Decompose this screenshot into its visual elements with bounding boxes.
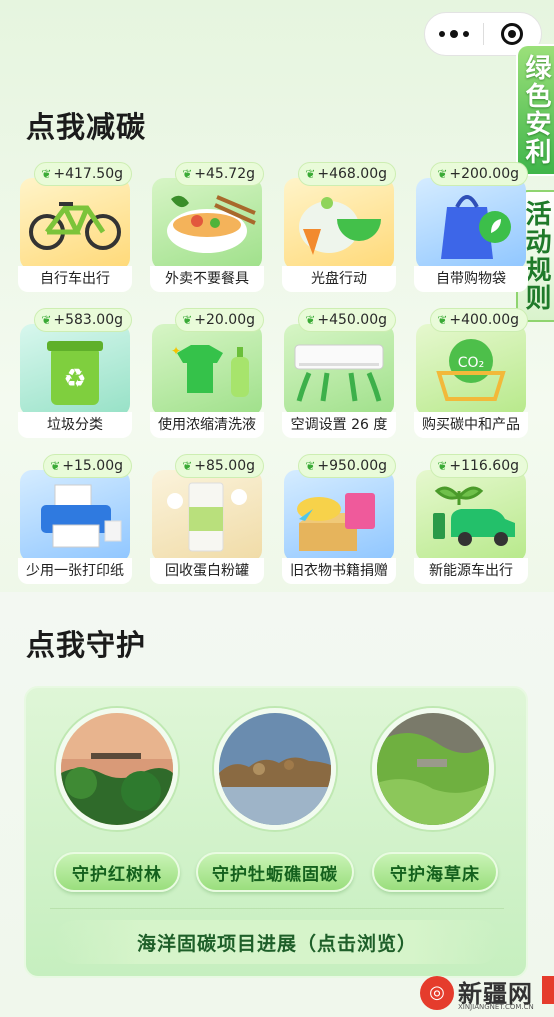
watermark-url: XINJIANGNET.COM.CN bbox=[458, 1003, 534, 1011]
leaf-icon: ❦ bbox=[182, 313, 193, 327]
action-card[interactable]: ❦ +45.72g 外卖不要餐具 bbox=[150, 158, 266, 296]
leaf-icon: ❦ bbox=[41, 313, 52, 327]
xinjiangnet-watermark: ◎ 新疆网 XINJIANGNET.COM.CN bbox=[418, 972, 554, 1017]
action-label: 新能源车出行 bbox=[414, 558, 528, 584]
bicycle-icon bbox=[20, 178, 130, 270]
printer-icon bbox=[20, 470, 130, 562]
action-card[interactable]: ❦ +950.00g 旧衣物书籍捐赠 bbox=[282, 450, 398, 588]
action-card[interactable]: ❦ +85.00g 回收蛋白粉罐 bbox=[150, 450, 266, 588]
action-label: 购买碳中和产品 bbox=[414, 412, 528, 438]
action-card[interactable]: CO₂ ❦ +400.00g 购买碳中和产品 bbox=[414, 304, 530, 442]
shopping-bag-icon bbox=[416, 178, 526, 270]
xinjiangnet-logo-icon: ◎ bbox=[420, 976, 454, 1010]
action-label: 光盘行动 bbox=[282, 266, 396, 292]
action-card[interactable]: ❦ +15.00g 少用一张打印纸 bbox=[18, 450, 134, 588]
leaf-icon: ❦ bbox=[305, 167, 316, 181]
seagrass-photo[interactable] bbox=[372, 708, 494, 830]
action-card[interactable]: ❦ +468.00g 光盘行动 bbox=[282, 158, 398, 296]
air-conditioner-icon bbox=[284, 324, 394, 416]
action-card[interactable]: ❦ +417.50g 自行车出行 bbox=[18, 158, 134, 296]
green-recommend-tab[interactable]: 绿色安利 bbox=[516, 44, 554, 176]
oyster-reef-photo[interactable] bbox=[214, 708, 336, 830]
protect-mangrove-button[interactable]: 守护红树林 bbox=[54, 852, 180, 892]
svg-text:✦: ✦ bbox=[171, 344, 181, 358]
leaf-icon: ❦ bbox=[437, 459, 448, 473]
protect-oyster-reef-button[interactable]: 守护牡蛎礁固碳 bbox=[196, 852, 354, 892]
carbon-badge: ❦ +85.00g bbox=[175, 454, 264, 478]
action-card[interactable]: ❦ +450.00g 空调设置 26 度 bbox=[282, 304, 398, 442]
empty-bowl-icon bbox=[284, 178, 394, 270]
detergent-icon: ✦ bbox=[152, 324, 262, 416]
action-label: 自带购物袋 bbox=[414, 266, 528, 292]
action-label: 自行车出行 bbox=[18, 266, 132, 292]
protein-can-icon bbox=[152, 470, 262, 562]
action-label: 空调设置 26 度 bbox=[282, 412, 396, 438]
carbon-badge: ❦ +15.00g bbox=[43, 454, 132, 478]
carbon-badge: ❦ +400.00g bbox=[430, 308, 528, 332]
carbon-badge: ❦ +417.50g bbox=[34, 162, 132, 186]
leaf-icon: ❦ bbox=[50, 459, 61, 473]
carbon-action-grid: ❦ +417.50g 自行车出行 ❦ +45.72g 外卖不要餐具 ❦ +468.00… bbox=[18, 158, 532, 588]
watermark-stamp bbox=[542, 976, 554, 1004]
bowl-chopsticks-icon bbox=[152, 178, 262, 270]
electric-car-icon bbox=[416, 470, 526, 562]
close-miniprogram-icon[interactable] bbox=[483, 23, 541, 45]
protect-seagrass-button[interactable]: 守护海草床 bbox=[372, 852, 498, 892]
carbon-badge: ❦ +450.00g bbox=[298, 308, 396, 332]
svg-text:♻: ♻ bbox=[63, 364, 86, 394]
leaf-icon: ❦ bbox=[305, 459, 316, 473]
carbon-badge: ❦ +20.00g bbox=[175, 308, 264, 332]
action-label: 外卖不要餐具 bbox=[150, 266, 264, 292]
action-label: 少用一张打印纸 bbox=[18, 558, 132, 584]
action-card[interactable]: ❦ +200.00g 自带购物袋 bbox=[414, 158, 530, 296]
protect-title: 点我守护 bbox=[26, 628, 147, 662]
mangrove-photo[interactable] bbox=[56, 708, 178, 830]
co2-cart-icon: CO₂ bbox=[416, 324, 526, 416]
leaf-icon: ❦ bbox=[182, 459, 193, 473]
panel-divider bbox=[50, 908, 504, 909]
action-label: 旧衣物书籍捐赠 bbox=[282, 558, 396, 584]
carbon-badge: ❦ +45.72g bbox=[175, 162, 264, 186]
action-label: 使用浓缩清洗液 bbox=[150, 412, 264, 438]
leaf-icon: ❦ bbox=[437, 313, 448, 327]
carbon-badge: ❦ +583.00g bbox=[34, 308, 132, 332]
leaf-icon: ❦ bbox=[182, 167, 193, 181]
carbon-badge: ❦ +468.00g bbox=[298, 162, 396, 186]
ocean-carbon-progress-link[interactable]: 海洋固碳项目进展（点击浏览） bbox=[54, 920, 500, 964]
carbon-badge: ❦ +116.60g bbox=[430, 454, 528, 478]
carbon-badge: ❦ +950.00g bbox=[298, 454, 396, 478]
svg-text:CO₂: CO₂ bbox=[458, 355, 484, 371]
donation-box-icon bbox=[284, 470, 394, 562]
more-menu-icon[interactable] bbox=[425, 30, 483, 38]
action-label: 回收蛋白粉罐 bbox=[150, 558, 264, 584]
leaf-icon: ❦ bbox=[437, 167, 448, 181]
action-card[interactable]: ✦ ❦ +20.00g 使用浓缩清洗液 bbox=[150, 304, 266, 442]
carbon-badge: ❦ +200.00g bbox=[430, 162, 528, 186]
leaf-icon: ❦ bbox=[41, 167, 52, 181]
action-card[interactable]: ♻ ❦ +583.00g 垃圾分类 bbox=[18, 304, 134, 442]
leaf-icon: ❦ bbox=[305, 313, 316, 327]
action-label: 垃圾分类 bbox=[18, 412, 132, 438]
recycle-bin-icon: ♻ bbox=[20, 324, 130, 416]
reduce-carbon-title: 点我减碳 bbox=[26, 110, 147, 144]
action-card[interactable]: ❦ +116.60g 新能源车出行 bbox=[414, 450, 530, 588]
